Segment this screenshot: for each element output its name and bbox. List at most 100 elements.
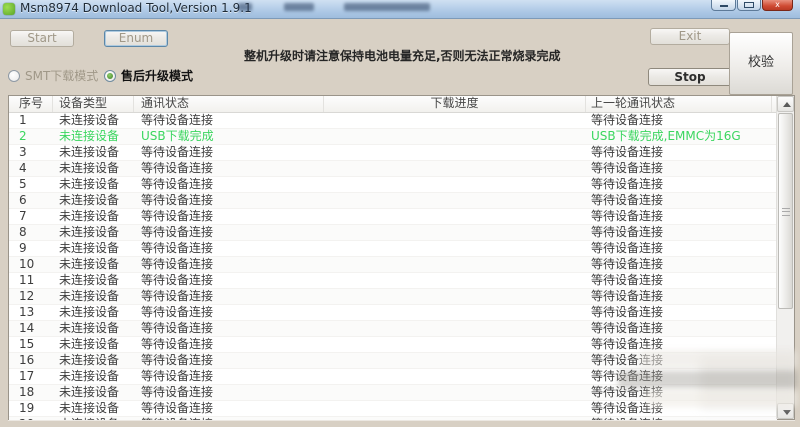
table-row[interactable]: 15 未连接设备 等待设备连接 等待设备连接 <box>9 337 777 353</box>
battery-warning-text: 整机升级时请注意保持电池电量充足,否则无法正常烧录完成 <box>244 49 561 63</box>
stop-button[interactable]: Stop <box>648 68 732 86</box>
cell-progress <box>324 225 586 240</box>
cell-progress <box>324 113 586 128</box>
cell-device-type: 未连接设备 <box>59 369 120 383</box>
cell-index: 5 <box>19 177 27 191</box>
table-row[interactable]: 14 未连接设备 等待设备连接 等待设备连接 <box>9 321 777 337</box>
cell-index: 7 <box>19 209 27 223</box>
cell-comm-status: USB下载完成 <box>141 129 214 143</box>
cell-comm-status: 等待设备连接 <box>141 321 214 335</box>
radio-smt-label: SMT下载模式 <box>25 69 99 83</box>
cell-last-status: 等待设备连接 <box>591 353 664 367</box>
table-row[interactable]: 1 未连接设备 等待设备连接 等待设备连接 <box>9 113 777 129</box>
cell-comm-status: 等待设备连接 <box>141 113 214 127</box>
cell-device-type: 未连接设备 <box>59 193 120 207</box>
start-button[interactable]: Start <box>10 30 74 47</box>
table-row[interactable]: 8 未连接设备 等待设备连接 等待设备连接 <box>9 225 777 241</box>
close-button[interactable]: x <box>762 0 793 11</box>
vertical-scrollbar[interactable] <box>776 96 794 419</box>
cell-device-type: 未连接设备 <box>59 321 120 335</box>
radio-selected-icon <box>104 70 116 82</box>
cell-index: 15 <box>19 337 35 351</box>
cell-device-type: 未连接设备 <box>59 177 120 191</box>
table-row[interactable]: 19 未连接设备 等待设备连接 等待设备连接 <box>9 401 777 417</box>
header-device-type: 设备类型 <box>53 96 134 112</box>
enum-button[interactable]: Enum <box>104 30 168 47</box>
cell-last-status: 等待设备连接 <box>591 369 664 383</box>
table-row[interactable]: 16 未连接设备 等待设备连接 等待设备连接 <box>9 353 777 369</box>
radio-icon <box>8 70 20 82</box>
cell-index: 16 <box>19 353 35 367</box>
titlebar[interactable]: Msm8974 Download Tool,Version 1.9.1 x <box>0 0 800 19</box>
table-row[interactable]: 12 未连接设备 等待设备连接 等待设备连接 <box>9 289 777 305</box>
cell-comm-status: 等待设备连接 <box>141 241 214 255</box>
cell-comm-status: 等待设备连接 <box>141 289 214 303</box>
cell-index: 3 <box>19 145 27 159</box>
close-icon: x <box>775 0 780 9</box>
cell-last-status: 等待设备连接 <box>591 321 664 335</box>
cell-comm-status: 等待设备连接 <box>134 417 324 420</box>
cell-progress <box>324 305 586 320</box>
cell-progress <box>324 273 586 288</box>
table-row[interactable]: 17 未连接设备 等待设备连接 等待设备连接 <box>9 369 777 385</box>
cell-index: 12 <box>19 289 35 303</box>
cell-index: 4 <box>19 161 27 175</box>
cell-index: 18 <box>19 385 35 399</box>
cell-index: 13 <box>19 305 35 319</box>
header-index: 序号 <box>9 96 53 112</box>
radio-smt-download-mode[interactable]: SMT下载模式 <box>8 67 99 83</box>
cell-comm-status: 等待设备连接 <box>141 161 214 175</box>
cell-index: 6 <box>19 193 27 207</box>
table-row[interactable]: 7 未连接设备 等待设备连接 等待设备连接 <box>9 209 777 225</box>
exit-button[interactable]: Exit <box>650 28 730 45</box>
table-row[interactable]: 13 未连接设备 等待设备连接 等待设备连接 <box>9 305 777 321</box>
cell-comm-status: 等待设备连接 <box>141 385 214 399</box>
table-row[interactable]: 2 未连接设备 USB下载完成 USB下载完成,EMMC为16G <box>9 129 777 145</box>
cell-device-type: 未连接设备 <box>53 417 134 420</box>
cell-progress <box>324 353 586 368</box>
cell-progress <box>324 241 586 256</box>
scrollbar-grip-icon <box>782 208 790 216</box>
cell-comm-status: 等待设备连接 <box>141 193 214 207</box>
table-row[interactable]: 18 未连接设备 等待设备连接 等待设备连接 <box>9 385 777 401</box>
table-row[interactable]: 4 未连接设备 等待设备连接 等待设备连接 <box>9 161 777 177</box>
header-download-progress: 下载进度 <box>324 96 586 112</box>
cell-last-status: 等待设备连接 <box>591 385 664 399</box>
device-table: 序号 设备类型 通讯状态 下载进度 上一轮通讯状态 1 未连接设备 等待设备连接 等待… <box>8 95 795 420</box>
cell-device-type: 未连接设备 <box>59 273 120 287</box>
table-row[interactable]: 3 未连接设备 等待设备连接 等待设备连接 <box>9 145 777 161</box>
cell-device-type: 未连接设备 <box>59 225 120 239</box>
cell-last-status: 等待设备连接 <box>591 305 664 319</box>
cell-progress <box>324 129 586 144</box>
table-row[interactable]: 10 未连接设备 等待设备连接 等待设备连接 <box>9 257 777 273</box>
radio-aftersale-upgrade-mode[interactable]: 售后升级模式 <box>104 67 194 83</box>
cell-last-status: 等待设备连接 <box>591 401 664 415</box>
verify-button[interactable]: 校验 <box>729 32 793 95</box>
cell-device-type: 未连接设备 <box>59 305 120 319</box>
scroll-down-button[interactable] <box>777 403 794 419</box>
cell-comm-status: 等待设备连接 <box>141 337 214 351</box>
scroll-up-button[interactable] <box>777 96 794 112</box>
arrow-up-icon <box>782 102 791 107</box>
cell-last-status: 等待设备连接 <box>586 417 772 420</box>
scrollbar-thumb[interactable] <box>778 113 793 309</box>
cell-progress <box>324 385 586 400</box>
table-row[interactable]: 9 未连接设备 等待设备连接 等待设备连接 <box>9 241 777 257</box>
app-window: Msm8974 Download Tool,Version 1.9.1 x St… <box>0 0 800 427</box>
table-row[interactable]: 6 未连接设备 等待设备连接 等待设备连接 <box>9 193 777 209</box>
table-row[interactable]: 5 未连接设备 等待设备连接 等待设备连接 <box>9 177 777 193</box>
table-row[interactable]: 11 未连接设备 等待设备连接 等待设备连接 <box>9 273 777 289</box>
radio-aftersale-label: 售后升级模式 <box>121 69 194 83</box>
cell-progress <box>324 401 586 416</box>
cell-last-status: 等待设备连接 <box>591 273 664 287</box>
blurred-titlebar-text <box>344 3 430 11</box>
cell-comm-status: 等待设备连接 <box>141 353 214 367</box>
minimize-button[interactable] <box>711 0 736 11</box>
cell-last-status: 等待设备连接 <box>591 241 664 255</box>
cell-comm-status: 等待设备连接 <box>141 209 214 223</box>
header-comm-status: 通讯状态 <box>134 96 324 112</box>
table-row[interactable]: 20未连接设备等待设备连接等待设备连接 <box>9 417 777 420</box>
cell-last-status: 等待设备连接 <box>591 113 664 127</box>
maximize-button[interactable] <box>737 0 761 11</box>
cell-index: 11 <box>19 273 35 287</box>
